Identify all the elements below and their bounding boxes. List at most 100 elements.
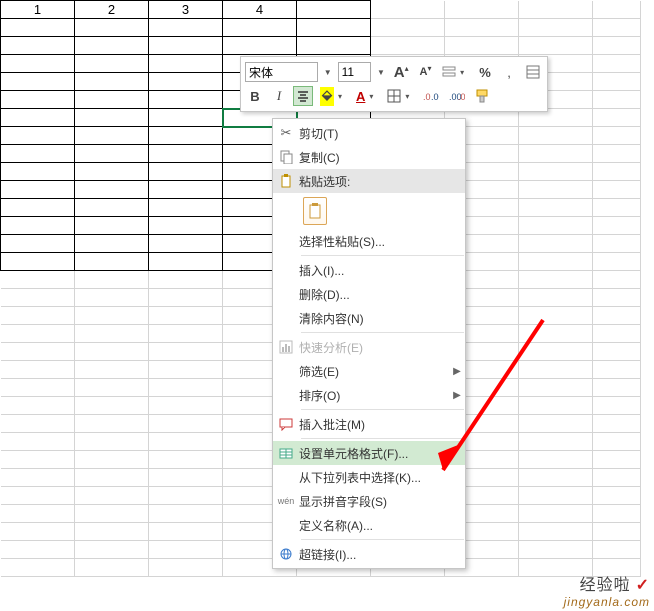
cell[interactable] [593,343,641,361]
cell[interactable] [593,415,641,433]
cell[interactable] [593,469,641,487]
cell[interactable] [75,271,149,289]
cell[interactable] [593,37,641,55]
cell[interactable] [593,181,641,199]
cell[interactable] [593,91,641,109]
cell[interactable] [149,253,223,271]
cell[interactable] [75,523,149,541]
cell[interactable] [519,397,593,415]
menu-define-name[interactable]: 定义名称(A)... [273,513,465,537]
cell[interactable] [1,91,75,109]
cell[interactable] [593,217,641,235]
cell[interactable] [593,541,641,559]
cell[interactable] [519,343,593,361]
cell[interactable] [519,235,593,253]
format-cells-dialog-button[interactable] [523,62,543,82]
cell[interactable] [1,487,75,505]
align-center-button[interactable] [293,86,313,106]
cell[interactable] [593,451,641,469]
cell[interactable] [149,433,223,451]
cell[interactable] [149,523,223,541]
cell[interactable] [149,109,223,127]
cell[interactable] [75,37,149,55]
cell[interactable] [1,415,75,433]
cell[interactable]: 1 [1,1,75,19]
cell[interactable] [1,307,75,325]
cell[interactable] [519,505,593,523]
cell[interactable] [519,253,593,271]
cell[interactable] [75,559,149,577]
cell[interactable] [1,289,75,307]
cell[interactable] [149,325,223,343]
cell[interactable] [593,433,641,451]
font-name-dropdown-icon[interactable]: ▼ [322,62,334,82]
cell[interactable] [519,451,593,469]
cell[interactable] [519,325,593,343]
cell[interactable] [593,307,641,325]
format-painter-button[interactable] [472,86,492,106]
cell[interactable] [519,433,593,451]
cell[interactable] [1,217,75,235]
cell[interactable] [75,361,149,379]
cell[interactable] [297,37,371,55]
font-size-select[interactable]: 11 [338,62,372,82]
cell[interactable] [75,289,149,307]
cell[interactable] [593,1,641,19]
cell[interactable] [519,145,593,163]
cell[interactable] [593,325,641,343]
cell[interactable] [593,235,641,253]
cell[interactable] [149,217,223,235]
cell[interactable] [149,487,223,505]
cell[interactable] [75,487,149,505]
cell[interactable] [75,253,149,271]
cell[interactable] [519,541,593,559]
menu-insert[interactable]: 插入(I)... [273,258,465,282]
cell[interactable] [519,271,593,289]
cell[interactable] [593,163,641,181]
cell[interactable] [519,163,593,181]
cell[interactable] [1,163,75,181]
cell[interactable] [1,541,75,559]
cell[interactable] [1,199,75,217]
cell[interactable] [1,73,75,91]
cell[interactable] [75,163,149,181]
cell[interactable] [75,415,149,433]
cell[interactable] [519,523,593,541]
menu-paste-special[interactable]: 选择性粘贴(S)... [273,229,465,253]
cell[interactable] [371,19,445,37]
cell[interactable] [75,145,149,163]
cell[interactable] [519,289,593,307]
menu-sort[interactable]: 排序(O) ▶ [273,383,465,407]
cell[interactable] [75,505,149,523]
cell[interactable] [149,307,223,325]
font-name-select[interactable]: 宋体 [245,62,318,82]
menu-filter[interactable]: 筛选(E) ▶ [273,359,465,383]
cell[interactable] [593,505,641,523]
cell[interactable] [149,73,223,91]
cell[interactable] [149,541,223,559]
cell[interactable] [519,469,593,487]
cell[interactable] [75,451,149,469]
cell[interactable] [75,307,149,325]
cell[interactable] [519,361,593,379]
cell[interactable] [75,469,149,487]
cell[interactable] [593,109,641,127]
cell[interactable] [149,289,223,307]
cell[interactable] [1,523,75,541]
cell[interactable] [593,397,641,415]
cell[interactable] [75,325,149,343]
cell[interactable] [445,37,519,55]
cell[interactable] [593,55,641,73]
cell[interactable] [75,217,149,235]
cell[interactable] [75,343,149,361]
cell[interactable] [149,55,223,73]
cell[interactable] [1,145,75,163]
cell[interactable] [75,127,149,145]
cell[interactable] [1,181,75,199]
cell[interactable] [1,325,75,343]
cell[interactable] [149,361,223,379]
cell[interactable] [593,361,641,379]
menu-pick-from-list[interactable]: 从下拉列表中选择(K)... [273,465,465,489]
borders-button[interactable]: ▾ [384,86,416,106]
cell[interactable] [75,19,149,37]
